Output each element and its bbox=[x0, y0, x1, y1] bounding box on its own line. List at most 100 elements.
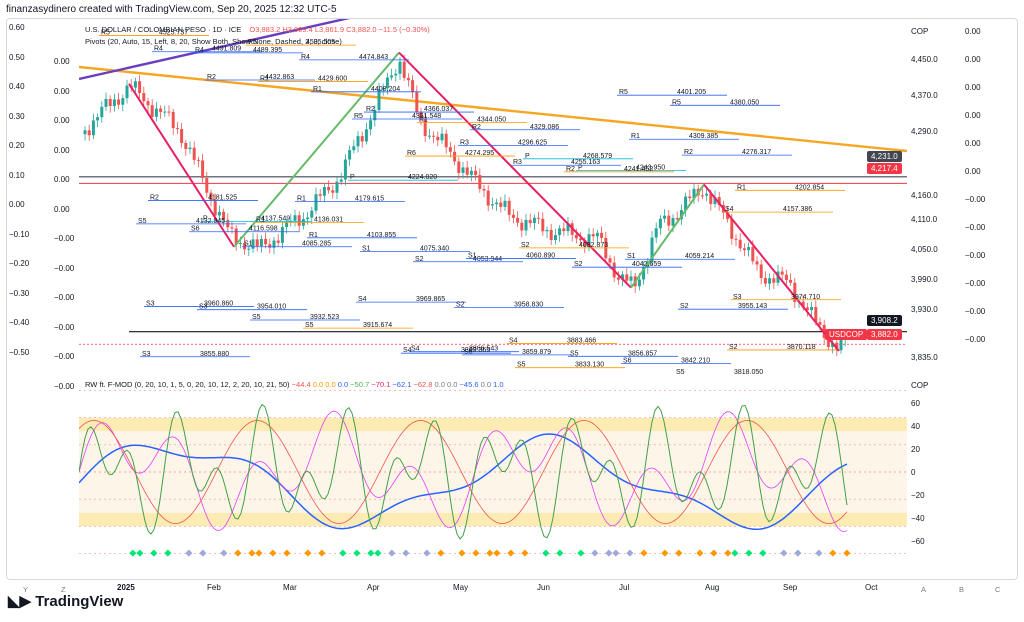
left-axis-tick: −0.10 bbox=[9, 229, 30, 239]
pivot-label: S3 bbox=[142, 351, 151, 358]
osc-marker bbox=[486, 549, 494, 557]
corner-label: C bbox=[995, 585, 1001, 594]
candle-body bbox=[184, 142, 188, 150]
osc-marker bbox=[612, 549, 620, 557]
candle-body bbox=[625, 274, 629, 281]
osc-marker bbox=[374, 549, 382, 557]
candle-body bbox=[104, 99, 108, 107]
candle-body bbox=[117, 99, 121, 105]
candle-body bbox=[167, 111, 171, 113]
candle-body bbox=[205, 177, 209, 193]
candle-body bbox=[516, 217, 520, 223]
time-axis-label: Mar bbox=[283, 583, 297, 592]
price-plot[interactable]: R5 4525.737 R4 4491.809 R2 4432.863 R1 4429.600… bbox=[79, 19, 907, 374]
pivot-label: S3 bbox=[733, 294, 742, 301]
pivot-value: 4053.944 bbox=[473, 256, 502, 263]
price-axis-tick: 3,990.0 bbox=[911, 275, 938, 284]
tv-logo-text: TradingView bbox=[35, 593, 124, 610]
pivot-value: 4401.205 bbox=[677, 89, 706, 96]
osc-currency-label: COP bbox=[911, 381, 929, 390]
candle-body bbox=[96, 117, 100, 121]
osc-marker bbox=[759, 549, 767, 557]
pivot-label: R1 bbox=[297, 195, 306, 202]
candle-body bbox=[146, 101, 150, 106]
left-axis2-tick: 0.00 bbox=[54, 86, 70, 96]
pivot-label: R1 bbox=[313, 86, 322, 93]
candle-body bbox=[486, 190, 490, 206]
osc-marker bbox=[745, 549, 753, 557]
candle-body bbox=[436, 136, 440, 141]
pivot-value: 3915.674 bbox=[363, 322, 392, 329]
pivots-legend[interactable]: Pivots (20, Auto, 15, Left, 8, 20, Show … bbox=[85, 37, 342, 46]
candle-body bbox=[360, 136, 364, 142]
candle-body bbox=[142, 93, 146, 102]
osc-marker bbox=[493, 549, 501, 557]
pivot-label: R3 bbox=[513, 159, 522, 166]
left-axis-tick: 0.60 bbox=[9, 23, 25, 32]
candle-body bbox=[700, 195, 704, 197]
osc-marker bbox=[199, 549, 207, 557]
pivot-value: 4179.615 bbox=[355, 195, 384, 202]
candle-body bbox=[175, 128, 179, 130]
symbol-tag: USDCOP bbox=[825, 329, 868, 340]
left-axis-tick: 0.10 bbox=[9, 170, 25, 180]
price-tag-level1: 4,231.0 bbox=[867, 151, 902, 162]
oscillator-value: −44.4 bbox=[291, 380, 311, 389]
pivot-value: 4136.031 bbox=[314, 216, 343, 223]
candle-body bbox=[159, 108, 163, 112]
candle-body bbox=[461, 167, 465, 173]
candle-body bbox=[490, 204, 494, 206]
pivot-value: 4075.340 bbox=[420, 246, 449, 253]
currency-label: COP bbox=[911, 27, 929, 36]
candle-body bbox=[616, 277, 620, 280]
pivot-value: 3818.050 bbox=[734, 369, 763, 374]
candle-body bbox=[348, 150, 352, 160]
corner-label: B bbox=[959, 585, 965, 594]
chart-frame: 0.60 0.50 0.40 0.30 0.20 0.10 0.00 −0.10 −0.20 −0… bbox=[6, 18, 1018, 594]
candle-body bbox=[469, 170, 473, 175]
tradingview-logo: ◣▶ TradingView bbox=[8, 592, 123, 610]
zigzag-segment bbox=[630, 183, 705, 289]
pivot-value: 4296.625 bbox=[518, 139, 547, 146]
oscillator-value: 0.0 bbox=[432, 380, 445, 389]
osc-marker bbox=[437, 549, 445, 557]
oscillator-legend[interactable]: RW ft. F-MOD (0, 20, 10, 1, 5, 0, 20, 10… bbox=[85, 380, 504, 389]
candle-body bbox=[545, 229, 549, 232]
osc-axis-tick: −20 bbox=[911, 491, 925, 500]
candle-body bbox=[327, 187, 331, 191]
pivot-label: S4 bbox=[725, 206, 734, 213]
candle-body bbox=[688, 196, 692, 199]
candle-body bbox=[784, 274, 788, 280]
osc-marker bbox=[591, 549, 599, 557]
candle-body bbox=[398, 61, 402, 74]
price-axis-tick: 3,930.0 bbox=[911, 305, 938, 314]
candle-body bbox=[705, 193, 709, 196]
price-chart-svg: R5 4525.737R4 4491.809R2 4432.863R1 4429.600… bbox=[79, 19, 907, 374]
symbol-legend[interactable]: U.S. DOLLAR / COLOMBIAN PESO · 1D · ICE … bbox=[85, 25, 430, 34]
right-axis2-tick: −0.00 bbox=[965, 335, 986, 344]
candle-body bbox=[448, 147, 452, 152]
candle-body bbox=[432, 135, 436, 137]
pivot-label: R2 bbox=[472, 124, 481, 131]
right-axis2-tick: −0.00 bbox=[965, 279, 986, 288]
candle-body bbox=[322, 187, 326, 196]
candle-body bbox=[339, 179, 343, 182]
osc-marker bbox=[843, 549, 851, 557]
pivot-label: S4 bbox=[411, 346, 420, 353]
price-axis-tick: 4,110.0 bbox=[911, 215, 938, 224]
osc-axis-tick: −60 bbox=[911, 537, 925, 546]
pivot-value: 4276.317 bbox=[742, 149, 771, 156]
osc-marker bbox=[234, 549, 242, 557]
candle-body bbox=[259, 238, 263, 247]
osc-marker bbox=[780, 549, 788, 557]
oscillator-plot[interactable] bbox=[79, 377, 907, 567]
candle-body bbox=[751, 247, 755, 262]
pivot-value: 4157.386 bbox=[783, 206, 812, 213]
pivot-label: S5 bbox=[570, 350, 579, 357]
pivot-value: 4432.863 bbox=[265, 74, 294, 81]
candle-body bbox=[507, 200, 511, 215]
pivot-label: R1 bbox=[631, 133, 640, 140]
pivot-value: 4224.020 bbox=[408, 174, 437, 181]
right-axis2-tick: 0.00 bbox=[965, 27, 981, 36]
osc-marker bbox=[150, 549, 158, 557]
